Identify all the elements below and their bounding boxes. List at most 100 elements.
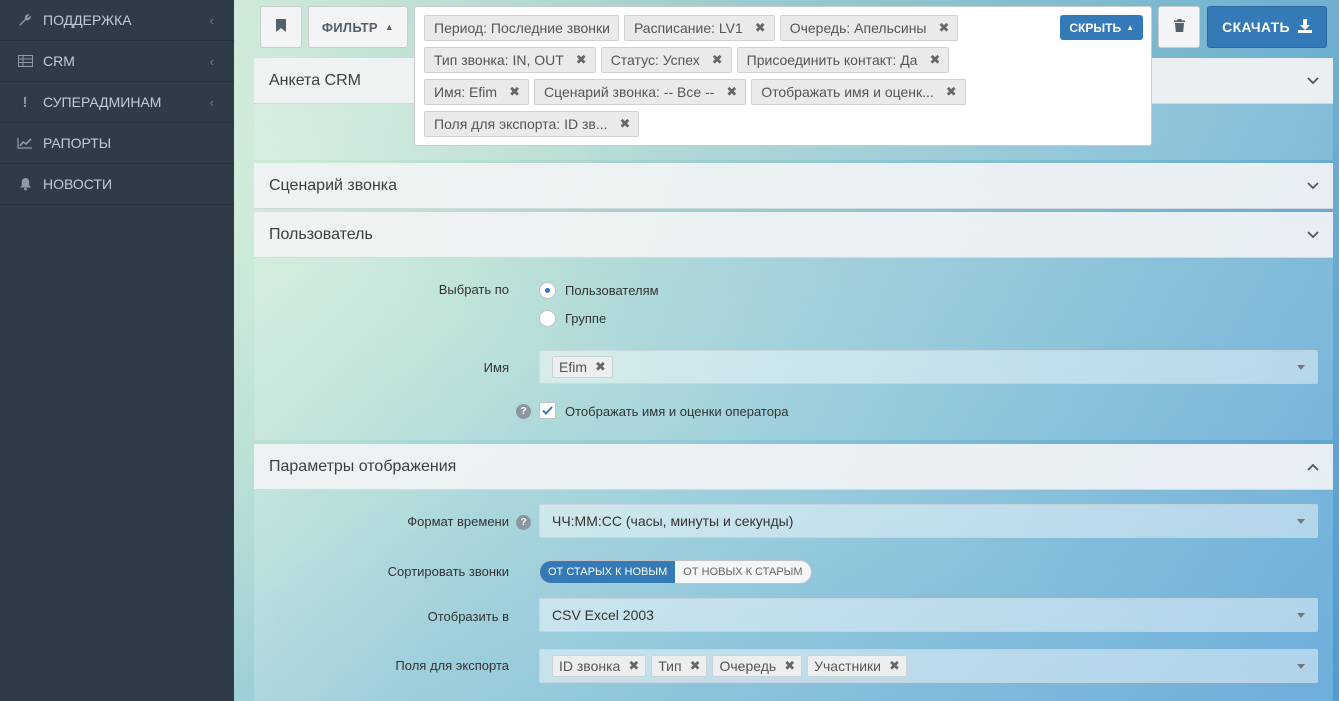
remove-icon[interactable]: ✖ bbox=[620, 116, 631, 132]
caret-up-icon: ▲ bbox=[384, 22, 395, 32]
download-button-label: Скачать bbox=[1222, 19, 1290, 35]
filter-chip-label: Очередь: Апельсины bbox=[789, 20, 927, 36]
delete-button[interactable] bbox=[1158, 6, 1200, 48]
caret-down-icon bbox=[1297, 519, 1305, 524]
radio-users[interactable] bbox=[539, 282, 556, 299]
filter-chip: Период: Последние звонки bbox=[424, 15, 619, 41]
remove-icon[interactable]: ✖ bbox=[509, 84, 520, 100]
chevron-left-icon: ‹ bbox=[209, 13, 214, 28]
filter-chip-label: Поля для экспорта: ID зв... bbox=[434, 116, 608, 132]
sidebar-item-label: Поддержка bbox=[43, 12, 132, 28]
panel-title: Параметры отображения bbox=[269, 457, 457, 475]
sort-label: Сортировать звонки bbox=[387, 564, 509, 579]
time-format-value: ЧЧ:ММ:СС (часы, минуты и секунды) bbox=[552, 513, 794, 529]
download-icon bbox=[1297, 18, 1312, 36]
panel-scenario: Сценарий звонка bbox=[254, 163, 1333, 209]
sidebar-item-news[interactable]: Новости bbox=[0, 164, 234, 205]
name-label: Имя bbox=[483, 360, 509, 375]
bookmark-icon bbox=[276, 19, 286, 35]
panel-title: Сценарий звонка bbox=[269, 176, 398, 194]
exclamation-icon: ! bbox=[22, 93, 28, 111]
export-field-label: Очередь bbox=[719, 658, 777, 674]
table-icon bbox=[16, 53, 34, 69]
hide-filters-label: Скрыть bbox=[1069, 20, 1122, 35]
chevron-up-icon bbox=[1307, 458, 1319, 474]
check-icon bbox=[542, 406, 553, 415]
export-fields-select[interactable]: ID звонка ✖ Тип ✖ Очередь ✖ Участники ✖ bbox=[539, 649, 1318, 683]
remove-icon[interactable]: ✖ bbox=[595, 359, 606, 375]
export-field-label: ID звонка bbox=[559, 658, 621, 674]
help-icon[interactable]: ? bbox=[516, 404, 531, 419]
panel-title: Пользователь bbox=[269, 225, 373, 243]
remove-icon[interactable]: ✖ bbox=[889, 658, 900, 674]
bookmark-button[interactable] bbox=[260, 6, 302, 48]
render-in-select[interactable]: CSV Excel 2003 bbox=[539, 598, 1318, 632]
panel-title: Анкета CRM bbox=[269, 71, 361, 89]
remove-icon[interactable]: ✖ bbox=[784, 658, 795, 674]
filter-chip-label: Период: Последние звонки bbox=[434, 20, 610, 36]
sidebar-item-superadmin[interactable]: ! Суперадминам ‹ bbox=[0, 82, 234, 123]
sidebar-item-label: Рапорты bbox=[43, 135, 112, 151]
help-icon[interactable]: ? bbox=[516, 515, 531, 530]
remove-icon[interactable]: ✖ bbox=[726, 84, 737, 100]
remove-icon[interactable]: ✖ bbox=[755, 20, 766, 36]
render-in-value: CSV Excel 2003 bbox=[552, 607, 654, 623]
filter-chip: Присоединить контакт: Да ✖ bbox=[736, 47, 950, 73]
panel-user: Пользователь Выбрать по Пользователям Гр… bbox=[254, 212, 1333, 440]
filter-chip: Статус: Успех ✖ bbox=[600, 47, 732, 73]
panel-display-header[interactable]: Параметры отображения bbox=[254, 444, 1333, 490]
chevron-left-icon: ‹ bbox=[209, 54, 214, 69]
chevron-down-icon bbox=[1307, 226, 1319, 242]
sidebar-item-reports[interactable]: Рапорты bbox=[0, 123, 234, 164]
download-button[interactable]: Скачать bbox=[1207, 6, 1327, 48]
remove-icon[interactable]: ✖ bbox=[576, 52, 587, 68]
panel-scenario-header[interactable]: Сценарий звонка bbox=[254, 163, 1333, 209]
filter-chip-label: Присоединить контакт: Да bbox=[746, 52, 918, 68]
filter-chip-label: Отображать имя и оценк... bbox=[761, 84, 934, 100]
remove-icon[interactable]: ✖ bbox=[929, 52, 940, 68]
select-by-label: Выбрать по bbox=[438, 282, 509, 297]
caret-up-icon: ▲ bbox=[1126, 23, 1134, 32]
export-field-chip: Очередь ✖ bbox=[712, 655, 803, 677]
wrench-icon bbox=[16, 12, 34, 28]
sort-new-to-old-button[interactable]: От новых к старым bbox=[675, 561, 811, 583]
panel-display: Параметры отображения Формат времени ? Ч… bbox=[254, 444, 1333, 701]
remove-icon[interactable]: ✖ bbox=[938, 20, 949, 36]
remove-icon[interactable]: ✖ bbox=[628, 658, 639, 674]
filter-chip: Очередь: Апельсины ✖ bbox=[779, 15, 959, 41]
filter-chip-label: Расписание: LV1 bbox=[633, 20, 743, 36]
panel-user-header[interactable]: Пользователь bbox=[254, 212, 1333, 258]
time-format-select[interactable]: ЧЧ:ММ:СС (часы, минуты и секунды) bbox=[539, 504, 1318, 538]
remove-icon[interactable]: ✖ bbox=[712, 52, 723, 68]
bell-icon bbox=[16, 176, 34, 192]
render-in-label: Отобразить в bbox=[427, 609, 509, 624]
sidebar-item-label: CRM bbox=[43, 53, 75, 69]
selected-name-label: Efim bbox=[559, 359, 587, 375]
filter-chip: Тип звонка: IN, OUT ✖ bbox=[424, 47, 596, 73]
filter-chip: Отображать имя и оценк... ✖ bbox=[751, 79, 966, 105]
filter-button-label: Фильтр bbox=[321, 19, 378, 35]
sidebar-item-crm[interactable]: CRM ‹ bbox=[0, 41, 234, 82]
hide-filters-button[interactable]: Скрыть ▲ bbox=[1060, 15, 1143, 40]
remove-icon[interactable]: ✖ bbox=[690, 658, 701, 674]
sidebar: Поддержка ‹ CRM ‹ ! Суперадминам ‹ Рапор… bbox=[0, 0, 234, 701]
caret-down-icon bbox=[1297, 664, 1305, 669]
toolbar: Фильтр ▲ Период: Последние звонки Распис… bbox=[254, 6, 1333, 146]
filter-button[interactable]: Фильтр ▲ bbox=[308, 6, 408, 48]
filter-chip: Поля для экспорта: ID зв... ✖ bbox=[424, 111, 640, 137]
caret-down-icon bbox=[1297, 365, 1305, 370]
show-operator-label: Отображать имя и оценки оператора bbox=[565, 404, 789, 419]
radio-group[interactable] bbox=[539, 310, 556, 327]
active-filters-panel: Период: Последние звонки Расписание: LV1… bbox=[414, 6, 1152, 146]
selected-name-chip: Efim ✖ bbox=[552, 356, 613, 378]
trash-icon bbox=[1173, 19, 1185, 35]
sidebar-item-support[interactable]: Поддержка ‹ bbox=[0, 0, 234, 41]
remove-icon[interactable]: ✖ bbox=[946, 84, 957, 100]
time-format-label: Формат времени bbox=[407, 514, 509, 529]
filter-chip: Расписание: LV1 ✖ bbox=[623, 15, 775, 41]
chevron-down-icon bbox=[1307, 177, 1319, 193]
filter-chip-label: Тип звонка: IN, OUT bbox=[434, 52, 564, 68]
sort-old-to-new-button[interactable]: От старых к новым bbox=[540, 561, 676, 583]
show-operator-checkbox[interactable] bbox=[539, 402, 556, 419]
name-select[interactable]: Efim ✖ bbox=[539, 350, 1318, 384]
